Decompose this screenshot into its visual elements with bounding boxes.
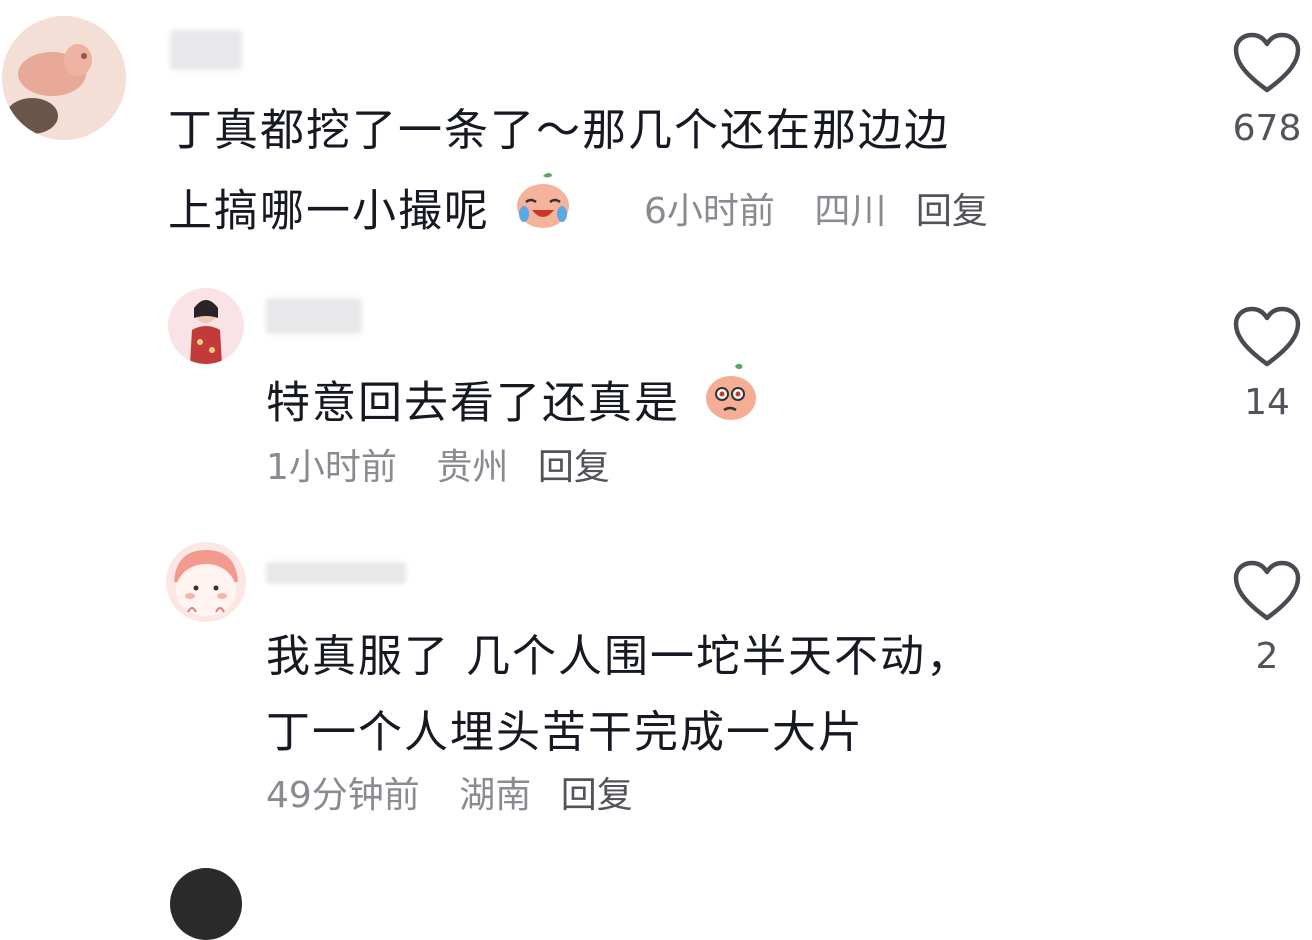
comment-time: 6小时前 <box>644 191 775 232</box>
comment-location: 四川 <box>814 191 887 232</box>
comment-location: 贵州 <box>436 447 509 488</box>
reply-button[interactable]: 回复 <box>916 191 988 232</box>
comment-text: 丁一个人埋头苦干完成一大片 <box>266 707 864 758</box>
username[interactable] <box>266 562 406 584</box>
comment-text: 丁真都挖了一条了～那几个还在那边边 <box>168 105 950 156</box>
comment-time: 49分钟前 <box>266 775 420 816</box>
reply-button[interactable]: 回复 <box>561 775 633 816</box>
shocked-peach-emoji <box>702 362 760 449</box>
comment-text-line: 特意回去看了还真是 <box>266 377 680 429</box>
comment-location: 湖南 <box>459 775 532 816</box>
comment-text: 我真服了 几个人围一坨半天不动， <box>266 631 972 682</box>
like-button[interactable]: 2 <box>1227 560 1307 677</box>
username[interactable] <box>266 298 362 334</box>
comment-time: 1小时前 <box>266 447 397 488</box>
avatar[interactable] <box>2 16 126 140</box>
comment-text: 上搞哪一小撮呢 <box>168 170 574 257</box>
reply-comment-item: 特意回去看了还真是 1小时前 贵州 回复 14 <box>0 280 1312 510</box>
username[interactable] <box>170 30 242 70</box>
crying-laughing-peach-emoji <box>512 170 574 257</box>
comment-item: 丁真都挖了一条了～那几个还在那边边 上搞哪一小撮呢 6小时前 四川 回复 678 <box>0 0 1312 260</box>
like-count: 678 <box>1232 108 1302 149</box>
like-count: 14 <box>1244 382 1290 423</box>
reply-button[interactable]: 回复 <box>538 447 610 488</box>
like-count: 2 <box>1255 636 1279 677</box>
avatar[interactable] <box>168 288 244 364</box>
comment-text-line: 上搞哪一小撮呢 <box>168 185 490 237</box>
comment-text: 特意回去看了还真是 <box>266 362 760 449</box>
reply-comment-item: 我真服了 几个人围一坨半天不动， 丁一个人埋头苦干完成一大片 49分钟前 湖南 … <box>0 530 1312 830</box>
avatar[interactable] <box>166 542 246 622</box>
heart-outline-icon <box>1233 560 1301 621</box>
comment-meta: 49分钟前 湖南 回复 <box>266 776 633 816</box>
like-button[interactable]: 14 <box>1227 306 1307 423</box>
comment-meta: 6小时前 四川 回复 <box>644 192 988 232</box>
avatar[interactable] <box>170 868 242 940</box>
heart-outline-icon <box>1233 306 1301 367</box>
like-button[interactable]: 678 <box>1227 32 1307 149</box>
comment-meta: 1小时前 贵州 回复 <box>266 448 610 488</box>
heart-outline-icon <box>1233 32 1301 93</box>
